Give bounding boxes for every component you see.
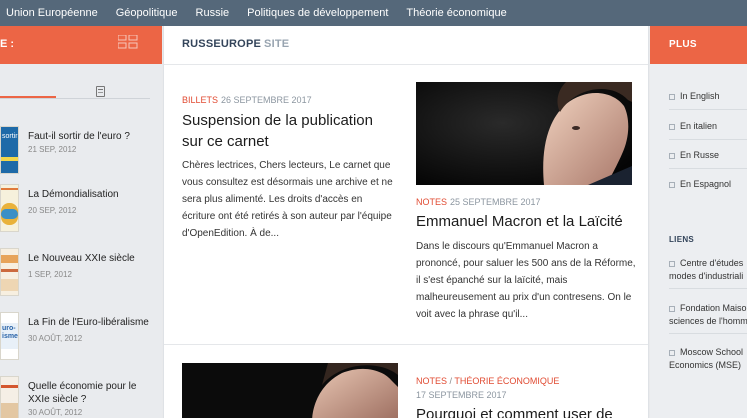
book-cover-thumbnail xyxy=(0,248,19,296)
square-bullet-icon xyxy=(669,181,675,188)
post-meta: BILLETS 26 SEPTEMBRE 2017 xyxy=(182,95,312,105)
link-en-italien[interactable]: En italien xyxy=(669,121,717,131)
grid-view-icon[interactable] xyxy=(118,35,138,49)
book-cover-thumbnail: sortir xyxy=(0,126,19,174)
nav-theorie-economique[interactable]: Théorie économique xyxy=(406,7,506,19)
top-navigation: Union Européenne Géopolitique Russie Pol… xyxy=(0,0,747,26)
book-cover-thumbnail xyxy=(0,376,19,418)
liens-label: Fondation Maiso sciences de l'homm xyxy=(669,303,747,326)
header-divider xyxy=(164,64,648,65)
square-bullet-icon xyxy=(669,260,675,267)
row-divider xyxy=(164,344,648,345)
post-excerpt: Dans le discours qu'Emmanuel Macron a pr… xyxy=(416,241,636,320)
book-title[interactable]: Faut-il sortir de l'euro ? xyxy=(28,130,158,143)
liens-heading: LIENS xyxy=(669,235,695,244)
divider xyxy=(669,139,747,140)
right-sidebar: PLUS In English En italien En Russe En E… xyxy=(650,26,747,418)
book-date: 30 AOÛT, 2012 xyxy=(28,334,83,343)
post-category-link[interactable]: NOTES xyxy=(416,376,447,386)
site-title[interactable]: RUSSEUROPE SITE xyxy=(182,38,289,50)
post-meta: NOTES / THÉORIE ÉCONOMIQUE xyxy=(416,376,559,386)
square-bullet-icon xyxy=(669,305,675,312)
book-date: 20 SEP, 2012 xyxy=(28,206,77,215)
main-content: RUSSEUROPE SITE BILLETS 26 SEPTEMBRE 2017 … xyxy=(163,26,649,418)
link-label: En Espagnol xyxy=(680,179,732,189)
post-date: 17 SEPTEMBRE 2017 xyxy=(416,390,507,400)
left-header-label: E : xyxy=(0,38,15,50)
post-category-link-secondary[interactable]: THÉORIE ÉCONOMIQUE xyxy=(454,376,559,386)
divider xyxy=(669,109,747,110)
square-bullet-icon xyxy=(669,349,675,356)
post-title-link[interactable]: Suspension de la publication sur ce carn… xyxy=(182,110,397,152)
link-in-english[interactable]: In English xyxy=(669,91,720,101)
list-item[interactable]: sortir Faut-il sortir de l'euro ? 21 SEP… xyxy=(0,126,162,180)
book-cover-thumbnail xyxy=(0,184,19,232)
left-tabs xyxy=(0,64,162,108)
link-label: En italien xyxy=(680,121,718,131)
divider xyxy=(669,288,747,289)
post-date: 25 SEPTEMBRE 2017 xyxy=(450,197,541,207)
post-meta: 17 SEPTEMBRE 2017 xyxy=(413,390,507,400)
site-title-main: RUSSEUROPE xyxy=(182,38,262,50)
category-separator: / xyxy=(449,376,453,386)
link-en-russe[interactable]: En Russe xyxy=(669,150,719,160)
book-title[interactable]: Le Nouveau XXIe siècle xyxy=(28,252,158,265)
list-item[interactable]: La Démondialisation 20 SEP, 2012 xyxy=(0,184,162,238)
post-excerpt: Chères lectrices, Chers lecteurs, Le car… xyxy=(182,160,393,239)
liens-label: Centre d'études modes d'industriali xyxy=(669,258,744,281)
square-bullet-icon xyxy=(669,123,675,130)
nav-geopolitique[interactable]: Géopolitique xyxy=(116,7,178,19)
tab-divider xyxy=(0,98,150,99)
square-bullet-icon xyxy=(669,152,675,159)
link-en-espagnol[interactable]: En Espagnol xyxy=(669,179,731,189)
book-title[interactable]: Quelle économie pour le XXIe siècle ? xyxy=(28,380,158,406)
link-label: En Russe xyxy=(680,150,720,160)
site-title-sub: SITE xyxy=(264,38,290,50)
liens-item[interactable]: Moscow School Economics (MSE) xyxy=(669,346,747,372)
book-title[interactable]: La Fin de l'Euro-libéralisme xyxy=(28,316,158,329)
liens-item[interactable]: Centre d'études modes d'industriali xyxy=(669,257,747,283)
nav-russie[interactable]: Russie xyxy=(196,7,230,19)
post-date: 26 SEPTEMBRE 2017 xyxy=(221,95,312,105)
book-date: 30 AOÛT, 2012 xyxy=(28,408,83,417)
post-title-link[interactable]: Pourquoi et comment user de xyxy=(416,404,646,418)
square-bullet-icon xyxy=(669,93,675,100)
post-featured-image[interactable] xyxy=(416,82,632,185)
book-title[interactable]: La Démondialisation xyxy=(28,188,158,201)
post-category-link[interactable]: NOTES xyxy=(416,197,447,207)
link-label: In English xyxy=(680,91,720,101)
post-featured-image[interactable] xyxy=(182,363,398,418)
right-header-label: PLUS xyxy=(669,39,697,50)
calendar-icon[interactable] xyxy=(96,86,105,97)
list-item[interactable]: Quelle économie pour le XXIe siècle ? 30… xyxy=(0,376,162,418)
liens-item[interactable]: Fondation Maiso sciences de l'homm xyxy=(669,302,747,328)
nav-union-europeenne[interactable]: Union Européenne xyxy=(6,7,98,19)
left-sidebar: E : sortir Faut-il sortir de l'euro ? 21… xyxy=(0,26,162,418)
post-meta: NOTES 25 SEPTEMBRE 2017 xyxy=(416,197,541,207)
list-item[interactable]: Le Nouveau XXIe siècle 1 SEP, 2012 xyxy=(0,248,162,302)
book-cover-thumbnail: uro-isme xyxy=(0,312,19,360)
book-date: 21 SEP, 2012 xyxy=(28,145,77,154)
post-category-link[interactable]: BILLETS xyxy=(182,95,218,105)
book-date: 1 SEP, 2012 xyxy=(28,270,72,279)
divider xyxy=(669,168,747,169)
right-sidebar-header: PLUS xyxy=(650,26,747,64)
liens-label: Moscow School Economics (MSE) xyxy=(669,347,744,370)
post-title-link[interactable]: Emmanuel Macron et la Laïcité xyxy=(416,211,646,232)
divider xyxy=(669,333,747,334)
left-sidebar-header: E : xyxy=(0,26,162,64)
list-item[interactable]: uro-isme La Fin de l'Euro-libéralisme 30… xyxy=(0,312,162,366)
nav-politiques-developpement[interactable]: Politiques de développement xyxy=(247,7,388,19)
